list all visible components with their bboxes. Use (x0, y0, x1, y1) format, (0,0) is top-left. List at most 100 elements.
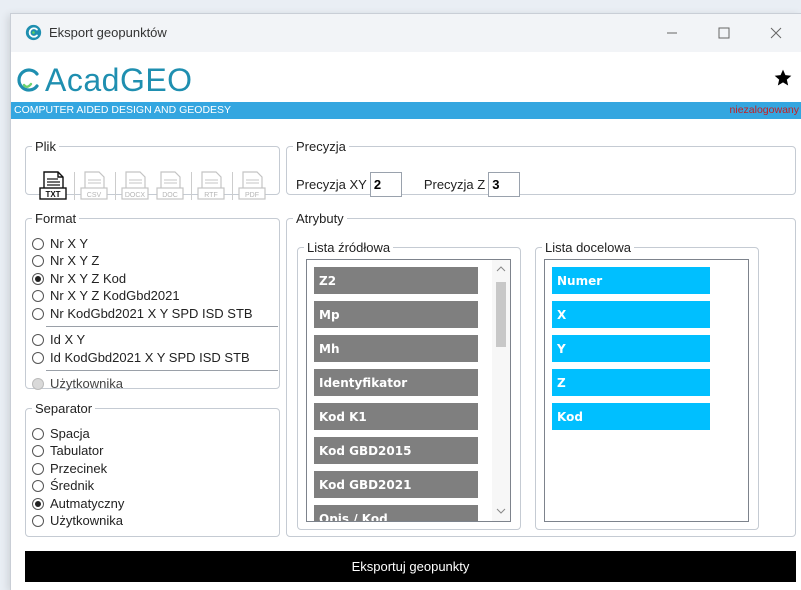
separator-group: Separator Spacja Tabulator Przecinek Śre… (25, 401, 280, 537)
export-txt-button[interactable]: TXT (38, 170, 70, 200)
source-list-scrollbar[interactable] (492, 260, 510, 521)
export-button[interactable]: Eksportuj geopunkty (25, 551, 796, 582)
radio-button[interactable] (32, 254, 44, 267)
plik-legend: Plik (35, 139, 56, 154)
format-option-id-xy[interactable]: Id X Y (32, 331, 85, 348)
plik-group: Plik TXT CSV DOCX DOC RTF PDF (25, 139, 280, 200)
export-docx-button[interactable]: DOCX (120, 170, 152, 200)
export-window: Eksport geopunktów AcadGEO COMPUTER AIDE… (10, 13, 801, 590)
atrybuty-group: Atrybuty Lista źródłowa Z2 Mp Mh Identyf… (286, 211, 796, 537)
format-divider (46, 326, 278, 327)
format-group: Format Nr X Y Nr X Y Z Nr X Y Z Kod Nr X… (25, 211, 280, 392)
target-list[interactable]: Numer X Y Z Kod (544, 259, 749, 522)
format-option-nr-xy[interactable]: Nr X Y (32, 235, 88, 252)
star-icon[interactable] (773, 68, 793, 88)
separator-option-przecinek[interactable]: Przecinek (32, 460, 107, 477)
precyzja-z-input[interactable] (488, 172, 521, 197)
radio-button[interactable] (32, 462, 44, 475)
minimize-button[interactable] (649, 14, 695, 52)
maximize-icon (718, 27, 730, 39)
precyzja-xy-input[interactable] (369, 172, 402, 197)
list-item[interactable]: Mh (314, 335, 478, 362)
separator-option-uzytkownika[interactable]: Użytkownika (32, 512, 123, 529)
source-list-group: Lista źródłowa Z2 Mp Mh Identyfikator Ko… (297, 240, 521, 530)
docx-label: DOCX (125, 192, 146, 199)
format-option-nr-xyz-kod[interactable]: Nr X Y Z Kod (32, 270, 126, 287)
radio-button-selected[interactable] (32, 272, 44, 285)
radio-button[interactable] (32, 479, 44, 492)
separator-legend: Separator (35, 401, 93, 416)
chevron-up-icon[interactable] (496, 265, 506, 273)
separator-option-automatyczny[interactable]: Autmatyczny (32, 495, 124, 512)
separator-option-tabulator[interactable]: Tabulator (32, 442, 103, 459)
export-pdf-button[interactable]: PDF (237, 170, 269, 200)
radio-button[interactable] (32, 351, 44, 364)
list-item[interactable]: Y (552, 335, 710, 362)
pdf-label: PDF (245, 192, 259, 199)
logo-text: AcadGEO (45, 61, 193, 98)
format-legend: Format (35, 211, 77, 226)
csv-file-icon: CSV (80, 171, 108, 200)
format-option-nr-kodgbd2021-spd[interactable]: Nr KodGbd2021 X Y SPD ISD STB (32, 305, 253, 322)
acadgeo-app-icon (25, 24, 42, 41)
export-rtf-button[interactable]: RTF (196, 170, 228, 200)
radio-button[interactable] (32, 237, 44, 250)
header: AcadGEO (11, 52, 801, 102)
radio-button[interactable] (32, 333, 44, 346)
close-icon (770, 27, 782, 39)
pdf-file-icon: PDF (238, 171, 266, 200)
csv-label: CSV (87, 192, 102, 199)
scrollbar-thumb[interactable] (496, 282, 506, 347)
list-item[interactable]: Opis / Kod (314, 505, 478, 521)
txt-label: TXT (45, 190, 60, 199)
maximize-button[interactable] (701, 14, 747, 52)
txt-file-icon: TXT (39, 171, 67, 200)
list-item[interactable]: Kod GBD2021 (314, 471, 478, 498)
docx-file-icon: DOCX (121, 171, 149, 200)
doc-file-icon: DOC (156, 171, 184, 200)
minimize-icon (667, 32, 677, 34)
list-item[interactable]: Z (552, 369, 710, 396)
separator-option-srednik[interactable]: Średnik (32, 477, 94, 494)
login-status[interactable]: niezalogowany (730, 104, 799, 116)
precyzja-xy-label: Precyzja XY (296, 177, 367, 192)
target-list-group: Lista docelowa Numer X Y Z Kod (535, 240, 759, 530)
precyzja-group: Precyzja Precyzja XY Precyzja Z (286, 139, 796, 197)
radio-button[interactable] (32, 514, 44, 527)
format-divider (46, 370, 278, 371)
window-title: Eksport geopunktów (49, 25, 167, 40)
tagline: COMPUTER AIDED DESIGN AND GEODESY (14, 104, 232, 116)
list-item[interactable]: Mp (314, 301, 478, 328)
export-csv-button[interactable]: CSV (79, 170, 111, 200)
list-item[interactable]: Kod K1 (314, 403, 478, 430)
format-option-id-kodgbd2021-spd[interactable]: Id KodGbd2021 X Y SPD ISD STB (32, 349, 250, 366)
export-doc-button[interactable]: DOC (155, 170, 187, 200)
radio-button-selected[interactable] (32, 497, 44, 510)
list-item[interactable]: Identyfikator (314, 369, 478, 396)
tagline-strip: COMPUTER AIDED DESIGN AND GEODESY niezal… (11, 102, 801, 119)
source-list-legend: Lista źródłowa (307, 240, 391, 255)
separator-option-spacja[interactable]: Spacja (32, 425, 90, 442)
format-option-nr-xyz[interactable]: Nr X Y Z (32, 252, 99, 269)
list-item[interactable]: Numer (552, 267, 710, 294)
format-option-uzytkownika: Użytkownika (32, 375, 123, 392)
precyzja-z-label: Precyzja Z (423, 177, 486, 192)
radio-button[interactable] (32, 427, 44, 440)
radio-button[interactable] (32, 307, 44, 320)
list-item[interactable]: Kod (552, 403, 710, 430)
format-option-nr-xyz-kodgbd2021[interactable]: Nr X Y Z KodGbd2021 (32, 287, 180, 304)
rtf-file-icon: RTF (197, 171, 225, 200)
chevron-down-icon[interactable] (496, 507, 506, 515)
target-list-legend: Lista docelowa (545, 240, 631, 255)
close-button[interactable] (753, 14, 799, 52)
title-bar: Eksport geopunktów (11, 14, 801, 52)
list-item[interactable]: Z2 (314, 267, 478, 294)
atrybuty-legend: Atrybuty (296, 211, 344, 226)
precyzja-legend: Precyzja (296, 139, 346, 154)
radio-button[interactable] (32, 444, 44, 457)
logo-mark-icon (17, 68, 39, 92)
radio-button[interactable] (32, 289, 44, 302)
source-list[interactable]: Z2 Mp Mh Identyfikator Kod K1 Kod GBD201… (306, 259, 511, 522)
list-item[interactable]: Kod GBD2015 (314, 437, 478, 464)
list-item[interactable]: X (552, 301, 710, 328)
